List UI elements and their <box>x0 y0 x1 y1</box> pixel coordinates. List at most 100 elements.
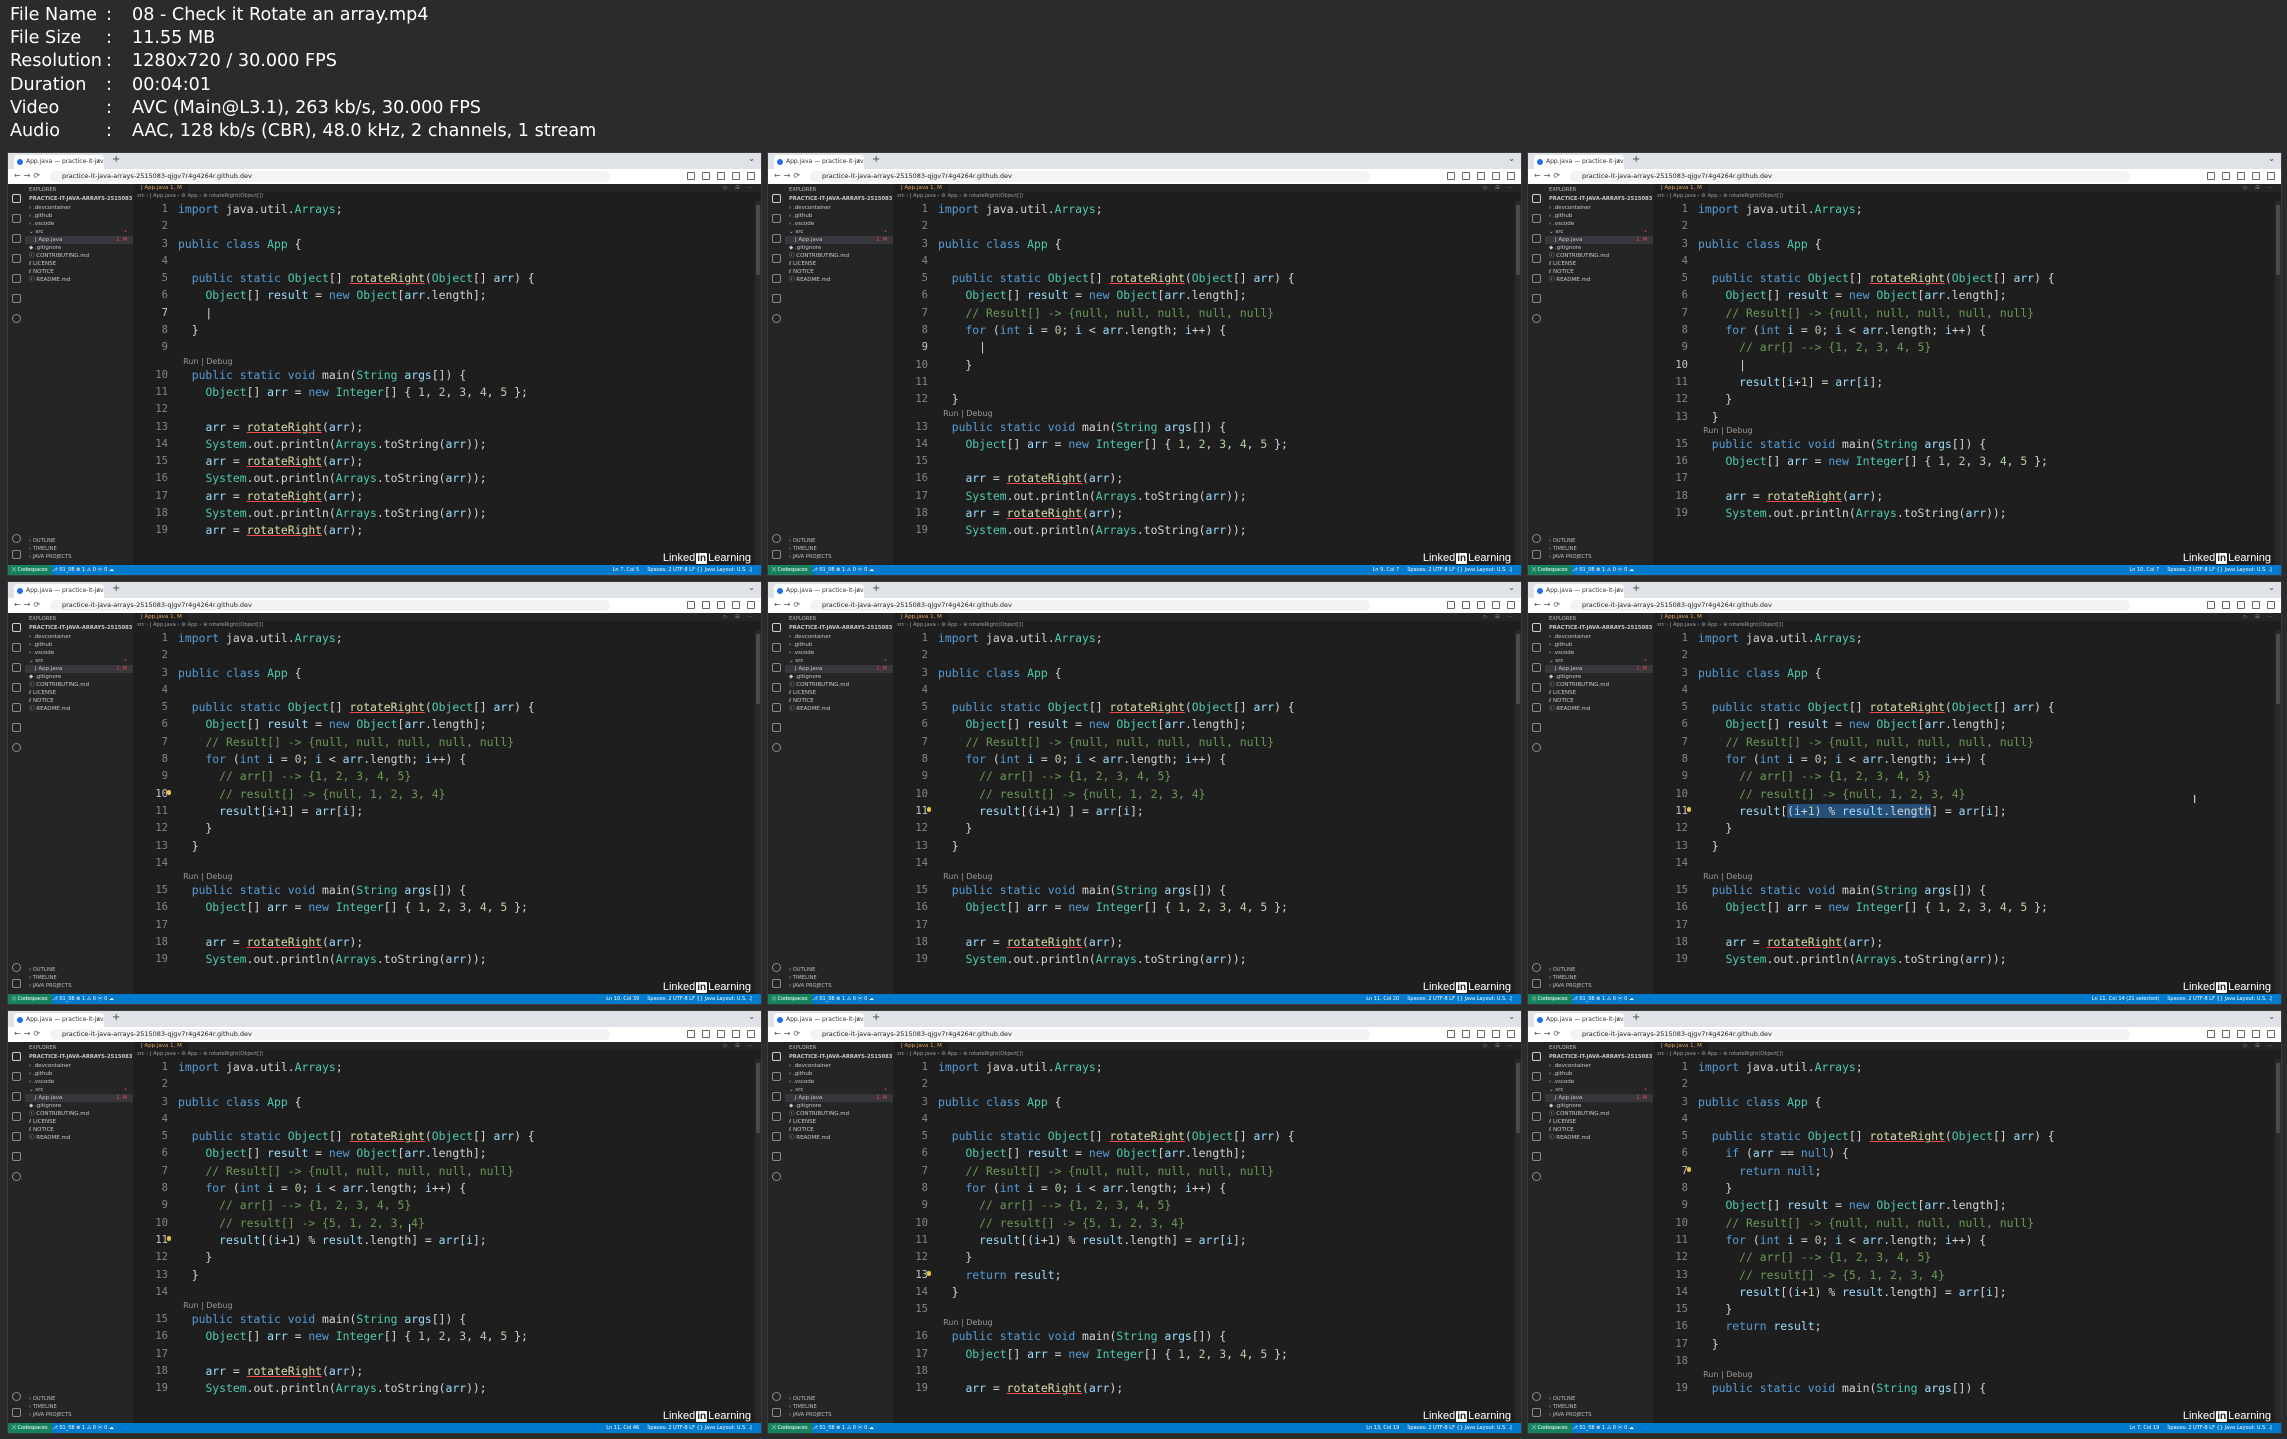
close-tab-icon[interactable]: × <box>1616 155 1621 169</box>
source-control-icon[interactable] <box>772 234 781 243</box>
star-icon[interactable] <box>1477 172 1485 180</box>
code-area[interactable]: 1 import java.util.Arrays; 2 3 public class … <box>1653 630 2281 994</box>
sidebar-section-header[interactable]: › JAVA PROJECTS <box>29 553 72 561</box>
testing-icon[interactable] <box>12 723 21 732</box>
file-tree-item[interactable]: ℓ LICENSE <box>785 260 893 268</box>
close-tab-icon[interactable]: × <box>856 1013 861 1027</box>
sidebar-section-header[interactable]: › TIMELINE <box>1549 1403 1592 1411</box>
explorer-icon[interactable] <box>1532 623 1541 632</box>
scrollbar-thumb[interactable] <box>1516 1063 1520 1133</box>
explorer-icon[interactable] <box>772 623 781 632</box>
file-tree-item[interactable]: ◆ .gitignore <box>1545 1102 1653 1110</box>
file-tree-item[interactable]: ℓ LICENSE <box>785 689 893 697</box>
close-tab-icon[interactable]: × <box>96 1013 101 1027</box>
file-tree-item[interactable]: ℓ LICENSE <box>1545 689 1653 697</box>
star-icon[interactable] <box>717 172 725 180</box>
sidepanel-icon[interactable] <box>2252 172 2260 180</box>
file-tree-item[interactable]: ⓘ README.md <box>785 276 893 284</box>
editor-scrollbar[interactable] <box>1515 1059 1521 1423</box>
breadcrumb[interactable]: src › J App.java › ⚙ App › ⊕ rotateRight… <box>1657 622 1783 628</box>
star-icon[interactable] <box>1477 601 1485 609</box>
tab-search-chevron-icon[interactable]: ⌄ <box>1508 583 1515 592</box>
bookmark-icon[interactable] <box>2207 601 2215 609</box>
sidebar-section-header[interactable]: › TIMELINE <box>789 974 832 982</box>
menu-icon[interactable] <box>747 172 755 180</box>
sidebar-section-header[interactable]: › OUTLINE <box>789 1395 832 1403</box>
sidebar-section-header[interactable]: › JAVA PROJECTS <box>29 1411 72 1419</box>
sidebar-section-header[interactable]: › JAVA PROJECTS <box>789 982 832 990</box>
editor-tab-app-java[interactable]: J App.java 1, M <box>135 613 188 621</box>
extension-icon[interactable] <box>2222 1030 2230 1038</box>
file-tree-item[interactable]: ◆ .gitignore <box>25 673 133 681</box>
testing-icon[interactable] <box>772 1152 781 1161</box>
account-icon[interactable] <box>772 1392 781 1401</box>
explorer-icon[interactable] <box>1532 194 1541 203</box>
lightbulb-icon[interactable] <box>167 1235 171 1241</box>
editor-actions-icon[interactable]: ▷ ⊟ ⋯ <box>724 613 755 621</box>
browser-tab[interactable]: App.java — practice-it-java-a× <box>1534 1013 1624 1027</box>
remote-explorer-icon[interactable] <box>12 743 21 752</box>
sidebar-section-header[interactable]: › OUTLINE <box>789 966 832 974</box>
nav-arrows-icon[interactable]: ←→⟳ <box>14 171 43 180</box>
explorer-root-folder[interactable]: PRACTICE-IT-JAVA-ARRAYS-2515083 [CODESPA… <box>1549 196 1653 202</box>
tab-search-chevron-icon[interactable]: ⌄ <box>1508 154 1515 163</box>
status-left-items[interactable]: ⎇ 01_08 ⊗ 1 ⚠ 0 ⓦ 0 ☁ <box>812 565 874 575</box>
file-tree-item[interactable]: › .vscode <box>25 1078 133 1086</box>
manage-gear-icon[interactable] <box>1532 550 1541 559</box>
address-bar[interactable]: practice-it-java-arrays-2515083-qjgv7r4g… <box>1570 600 2130 611</box>
status-left-items[interactable]: ⎇ 01_08 ⊗ 1 ⚠ 0 ⓦ 0 ☁ <box>812 994 874 1004</box>
editor-scrollbar[interactable] <box>1515 630 1521 994</box>
file-tree-item[interactable]: › .github <box>25 212 133 220</box>
file-tree-item[interactable]: J App.java 1, M <box>1545 665 1653 673</box>
star-icon[interactable] <box>717 601 725 609</box>
file-tree-item[interactable]: J App.java 1, M <box>25 236 133 244</box>
file-tree-item[interactable]: ℓ NOTICE <box>25 268 133 276</box>
file-tree-item[interactable]: ⓘ README.md <box>1545 1134 1653 1142</box>
nav-arrows-icon[interactable]: ←→⟳ <box>774 600 803 609</box>
editor-tab-app-java[interactable]: J App.java 1, M <box>895 1042 948 1050</box>
nav-arrows-icon[interactable]: ←→⟳ <box>1534 600 1563 609</box>
file-tree-item[interactable]: ⓘ CONTRIBUTING.md <box>1545 681 1653 689</box>
file-tree-item[interactable]: J App.java 1, M <box>25 1094 133 1102</box>
explorer-icon[interactable] <box>772 194 781 203</box>
tab-search-chevron-icon[interactable]: ⌄ <box>2268 583 2275 592</box>
source-control-icon[interactable] <box>1532 234 1541 243</box>
sidebar-section-header[interactable]: › JAVA PROJECTS <box>1549 982 1592 990</box>
file-tree-item[interactable]: ⌄ src • <box>785 228 893 236</box>
close-tab-icon[interactable]: × <box>856 155 861 169</box>
testing-icon[interactable] <box>1532 723 1541 732</box>
run-debug-icon[interactable] <box>1532 1112 1541 1121</box>
nav-arrows-icon[interactable]: ←→⟳ <box>14 1029 43 1038</box>
search-icon[interactable] <box>772 643 781 652</box>
file-tree-item[interactable]: ⓘ CONTRIBUTING.md <box>785 681 893 689</box>
cursor-position[interactable]: Ln 9, Col 7 <box>1373 567 1400 573</box>
extensions-icon[interactable] <box>12 274 21 283</box>
testing-icon[interactable] <box>772 723 781 732</box>
nav-arrows-icon[interactable]: ←→⟳ <box>774 1029 803 1038</box>
tab-search-chevron-icon[interactable]: ⌄ <box>748 583 755 592</box>
search-icon[interactable] <box>1532 643 1541 652</box>
lightbulb-icon[interactable] <box>927 806 931 812</box>
close-tab-icon[interactable]: × <box>1616 584 1621 598</box>
close-tab-icon[interactable]: × <box>96 155 101 169</box>
editor-info[interactable]: Spaces: 2 UTF-8 LF {} Java Layout: U.S. … <box>1407 996 1513 1002</box>
editor-tab-app-java[interactable]: J App.java 1, M <box>1655 184 1708 192</box>
status-left-items[interactable]: ⎇ 01_08 ⊗ 1 ⚠ 0 ⓦ 0 ☁ <box>52 565 114 575</box>
extension-icon[interactable] <box>1462 172 1470 180</box>
cursor-position[interactable]: Ln 10, Col 7 <box>2129 567 2159 573</box>
cursor-position[interactable]: Ln 13, Col 19 <box>1366 1425 1399 1431</box>
manage-gear-icon[interactable] <box>12 979 21 988</box>
bookmark-icon[interactable] <box>1447 172 1455 180</box>
editor-scrollbar[interactable] <box>2275 1059 2281 1423</box>
manage-gear-icon[interactable] <box>12 1408 21 1417</box>
remote-indicator[interactable]: ⟩⟨ Codespaces <box>8 565 52 575</box>
codelens-text[interactable]: Run | Debug <box>178 1301 232 1311</box>
sidebar-section-header[interactable]: › TIMELINE <box>789 1403 832 1411</box>
remote-explorer-icon[interactable] <box>772 314 781 323</box>
testing-icon[interactable] <box>1532 294 1541 303</box>
status-left-items[interactable]: ⎇ 01_08 ⊗ 1 ⚠ 0 ⓦ 0 ☁ <box>52 1423 114 1433</box>
file-tree-item[interactable]: J App.java 1, M <box>785 1094 893 1102</box>
remote-indicator[interactable]: ⟩⟨ Codespaces <box>8 1423 52 1433</box>
sidepanel-icon[interactable] <box>1492 601 1500 609</box>
file-tree-item[interactable]: ℓ LICENSE <box>1545 260 1653 268</box>
